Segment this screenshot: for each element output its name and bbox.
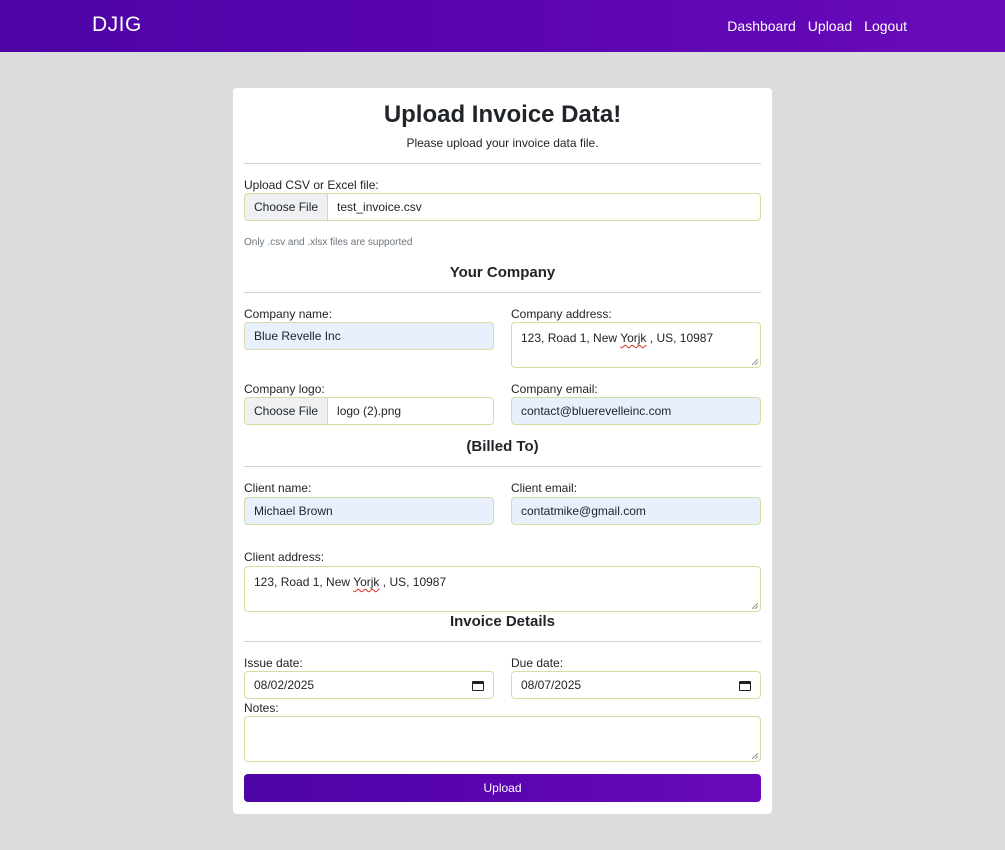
upload-form-card: Upload Invoice Data! Please upload your … — [233, 88, 772, 814]
issue-date-input[interactable]: 08/02/2025 — [244, 671, 494, 699]
company-email-input[interactable]: contact@bluerevelleinc.com — [511, 397, 761, 425]
issue-date-label: Issue date: — [244, 656, 303, 670]
divider — [244, 163, 761, 164]
upload-file-label: Upload CSV or Excel file: — [244, 178, 379, 192]
client-name-label: Client name: — [244, 481, 312, 495]
section-invoice-details: Invoice Details — [449, 613, 556, 630]
company-address-label: Company address: — [511, 307, 612, 321]
page-subtitle: Please upload your invoice data file. — [406, 136, 599, 150]
selected-file-name: test_invoice.csv — [337, 200, 422, 214]
notes-label: Notes: — [244, 701, 279, 715]
choose-logo-button[interactable]: Choose File — [245, 398, 329, 424]
resize-handle[interactable] — [752, 753, 758, 759]
client-address-value: 123, Road 1, New Yorjk , US, 10987 — [254, 575, 447, 589]
company-logo-input[interactable]: Choose File logo (2).png — [244, 397, 494, 425]
due-date-value: 08/07/2025 — [521, 678, 582, 692]
selected-logo-name: logo (2).png — [337, 404, 402, 418]
upload-submit-button[interactable]: Upload — [244, 774, 761, 802]
client-email-label: Client email: — [511, 481, 578, 495]
company-email-label: Company email: — [511, 382, 598, 396]
company-name-input[interactable]: Blue Revelle Inc — [244, 322, 494, 350]
nav-link-logout[interactable]: Logout — [864, 18, 907, 34]
nav-link-dashboard[interactable]: Dashboard — [727, 18, 796, 34]
resize-handle[interactable] — [752, 603, 758, 609]
divider — [244, 292, 761, 293]
notes-textarea[interactable] — [244, 716, 761, 762]
top-navbar: DJIG Dashboard Upload Logout — [0, 0, 1005, 52]
brand-logo[interactable]: DJIG — [92, 13, 142, 37]
section-your-company: Your Company — [449, 264, 556, 281]
company-email-value: contact@bluerevelleinc.com — [521, 404, 672, 418]
choose-file-button[interactable]: Choose File — [245, 194, 329, 220]
section-billed-to: (Billed To) — [466, 438, 539, 455]
due-date-label: Due date: — [511, 656, 564, 670]
nav-link-upload[interactable]: Upload — [808, 18, 852, 34]
company-name-label: Company name: — [244, 307, 333, 321]
data-file-input[interactable]: Choose File test_invoice.csv — [244, 193, 761, 221]
client-address-textarea[interactable]: 123, Road 1, New Yorjk , US, 10987 — [244, 566, 761, 612]
divider — [244, 466, 761, 467]
page-title: Upload Invoice Data! — [383, 101, 622, 128]
client-email-value: contatmike@gmail.com — [521, 504, 646, 518]
issue-date-value: 08/02/2025 — [254, 678, 315, 692]
nav-links: Dashboard Upload Logout — [727, 18, 907, 34]
client-name-value: Michael Brown — [254, 504, 333, 518]
due-date-input[interactable]: 08/07/2025 — [511, 671, 761, 699]
company-address-textarea[interactable]: 123, Road 1, New Yorjk , US, 10987 — [511, 322, 761, 368]
company-logo-label: Company logo: — [244, 382, 325, 396]
calendar-icon[interactable] — [739, 680, 751, 691]
calendar-icon[interactable] — [472, 680, 484, 691]
divider — [244, 641, 761, 642]
file-type-hint: Only .csv and .xlsx files are supported — [244, 237, 413, 248]
client-address-label: Client address: — [244, 550, 325, 564]
resize-handle[interactable] — [752, 359, 758, 365]
company-name-value: Blue Revelle Inc — [254, 329, 341, 343]
company-address-value: 123, Road 1, New Yorjk , US, 10987 — [521, 331, 714, 345]
client-email-input[interactable]: contatmike@gmail.com — [511, 497, 761, 525]
client-name-input[interactable]: Michael Brown — [244, 497, 494, 525]
